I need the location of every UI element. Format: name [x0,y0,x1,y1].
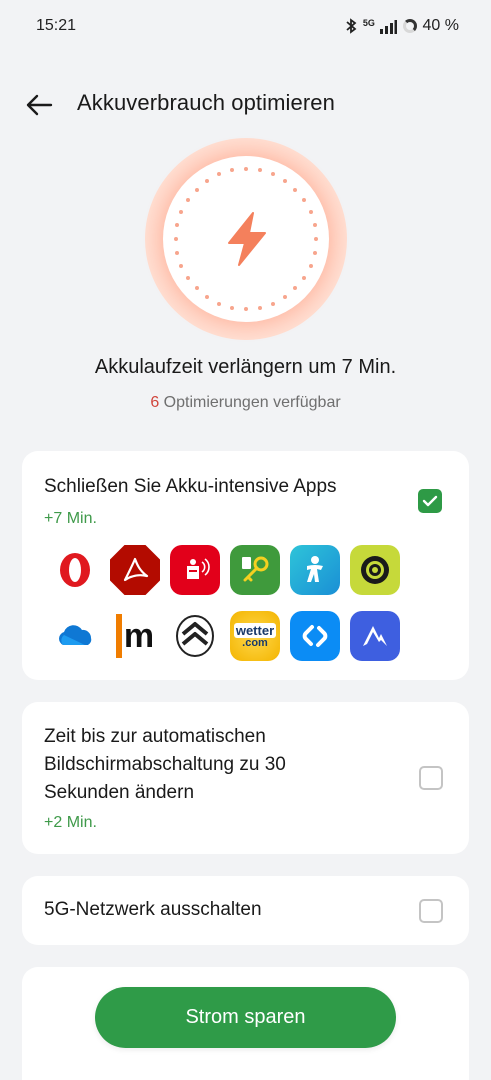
dial-dot [302,275,307,280]
dial-dot [194,187,199,192]
dial-dot [308,263,313,268]
dial-dot [175,223,180,228]
fitness-app-icon [290,545,340,595]
dial-dot [230,168,235,173]
meinestadt-letter: m [123,617,155,655]
back-button[interactable] [22,88,56,122]
opera-icon [50,545,100,595]
sparkasse-icon [170,545,220,595]
wetter-com-label: .com [242,637,268,649]
dial-dot [312,223,317,228]
citroen-icon [170,611,220,661]
dial-dot [185,275,190,280]
bluetooth-icon [346,18,357,34]
dial-dot [312,250,317,255]
dial-dot [270,301,275,306]
optimization-card-screen-timeout[interactable]: Zeit bis zur automatischen Bildschirmabs… [22,702,469,854]
status-bar: 15:21 5G 40 % [0,0,491,52]
close-apps-checkbox[interactable] [418,489,442,513]
dial-dot [314,237,318,241]
adobe-acrobat-icon [110,545,160,595]
dial-dot [185,198,190,203]
dial-dot [257,305,262,310]
optimization-gain: +2 Min. [44,814,97,831]
save-power-button[interactable]: Strom sparen [95,987,396,1048]
dial-dot [244,307,248,311]
dial-dot [244,167,248,171]
optimizations-available-text: 6 Optimierungen verfügbar [0,394,491,412]
battery-percent: 40 % [422,17,459,34]
page-title: Akkuverbrauch optimieren [77,90,335,115]
dial-dot [175,250,180,255]
dial-dot [293,187,298,192]
dial-dot [194,286,199,291]
dial-dot [230,305,235,310]
optimization-gain: +7 Min. [44,510,97,527]
dial-dot [308,210,313,215]
disable-5g-checkbox[interactable] [419,899,443,923]
dial-dot [282,295,287,300]
meinestadt-icon: m [110,611,160,661]
onedrive-icon [50,611,100,661]
keepass-icon [230,545,280,595]
optimization-card-5g[interactable]: 5G-Netzwerk ausschalten [22,876,469,945]
dial-dot [282,178,287,183]
dial-dot [270,172,275,177]
podcast-app-icon [350,545,400,595]
screen-timeout-checkbox[interactable] [419,766,443,790]
optimization-title: Schließen Sie Akku-intensive Apps [44,476,337,497]
shazam-icon [290,611,340,661]
wetter-com-icon: wetter .com [230,611,280,661]
wetter-label: wetter [233,623,277,638]
battery-ring-icon [402,19,417,33]
status-time: 15:21 [36,17,77,34]
meinestadt-bar [115,614,122,658]
dial-dot [217,301,222,306]
lightning-bolt-icon [228,212,266,266]
optimizations-count: 6 [150,394,160,411]
app-header: Akkuverbrauch optimieren [0,80,491,130]
hero-dial [163,156,329,322]
optimization-card-close-apps[interactable]: Schließen Sie Akku-intensive Apps +7 Min… [22,451,469,680]
battery-hero-graphic [145,138,347,340]
nordvpn-icon [350,611,400,661]
dial-dot [179,263,184,268]
battery-extension-headline: Akkulaufzeit verlängern um 7 Min. [94,356,397,378]
dial-dot [205,178,210,183]
dial-dot [179,210,184,215]
arrow-left-icon [26,94,53,116]
dial-dot [302,198,307,203]
signal-5g-icon: 5G [363,18,397,34]
dial-dot [174,237,178,241]
dial-dot [257,168,262,173]
optimizations-label: Optimierungen verfügbar [159,394,341,411]
optimization-title: 5G-Netzwerk ausschalten [44,899,262,920]
checkmark-icon [422,495,438,507]
optimization-title: Zeit bis zur automatischen Bildschirmabs… [44,726,286,803]
status-icons: 5G 40 % [345,17,459,35]
dial-dot [205,295,210,300]
dial-dot [217,172,222,177]
dial-dot [293,286,298,291]
app-icon-grid: m wetter .com [50,545,400,661]
